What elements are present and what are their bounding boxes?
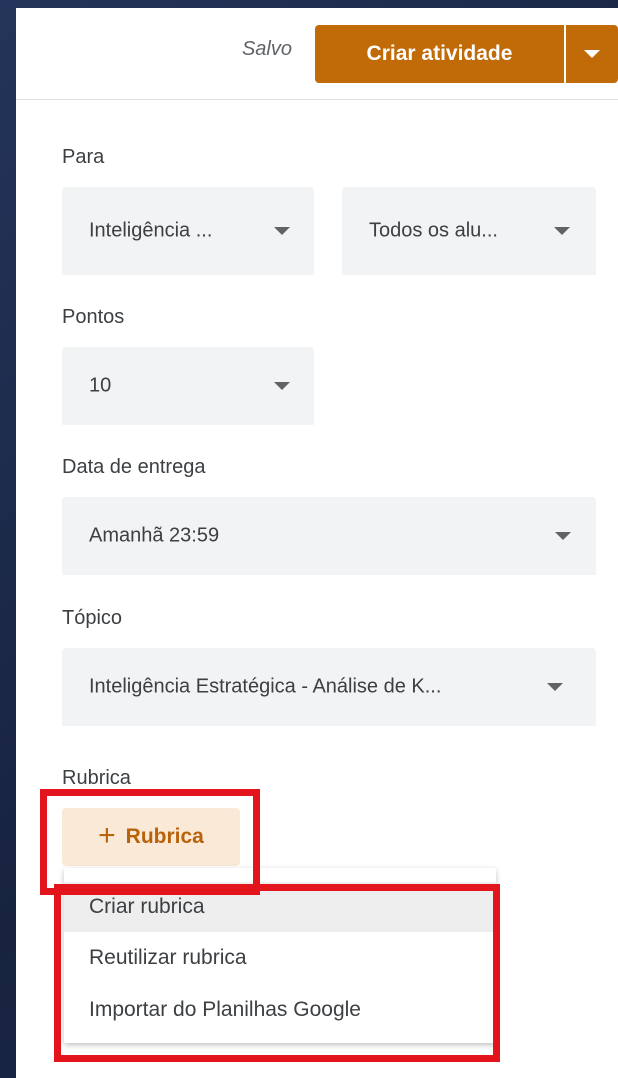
menu-item-import-from-sheets[interactable]: Importar do Planilhas Google	[64, 985, 496, 1035]
rubric-label: Rubrica	[62, 767, 131, 789]
points-label: Pontos	[62, 306, 125, 328]
students-select[interactable]: Todos os alu...	[342, 187, 596, 275]
menu-item-create-rubric[interactable]: Criar rubrica	[64, 882, 496, 932]
students-select-value: Todos os alu...	[369, 219, 498, 242]
rubric-options-menu: Criar rubrica Reutilizar rubrica Importa…	[64, 868, 496, 1043]
caret-down-icon	[554, 227, 570, 235]
saved-status: Salvo	[241, 38, 292, 60]
caret-down-icon	[584, 50, 600, 58]
due-date-select-value: Amanhã 23:59	[89, 524, 220, 547]
add-rubric-button-label: Rubrica	[125, 825, 204, 848]
due-date-label: Data de entrega	[62, 456, 206, 478]
create-options-dropdown-button[interactable]	[566, 25, 618, 83]
topic-select[interactable]: Inteligência Estratégica - Análise de K.…	[62, 648, 596, 726]
caret-down-icon	[547, 683, 563, 691]
class-select[interactable]: Inteligência ...	[62, 187, 314, 275]
assignment-settings-panel: Salvo Criar atividade Para Inteligência …	[16, 8, 618, 1078]
for-label: Para	[62, 146, 105, 168]
caret-down-icon	[555, 532, 571, 540]
due-date-select[interactable]: Amanhã 23:59	[62, 497, 596, 575]
class-select-value: Inteligência ...	[89, 219, 213, 242]
caret-down-icon	[274, 227, 290, 235]
caret-down-icon	[274, 382, 290, 390]
add-rubric-button[interactable]: + Rubrica	[62, 808, 240, 866]
top-bar: Salvo Criar atividade	[16, 8, 618, 100]
create-assignment-button[interactable]: Criar atividade	[315, 25, 564, 83]
points-select-value: 10	[89, 374, 112, 397]
topic-select-value: Inteligência Estratégica - Análise de K.…	[89, 675, 442, 698]
plus-icon: +	[98, 818, 116, 852]
points-select[interactable]: 10	[62, 347, 314, 425]
menu-item-reuse-rubric[interactable]: Reutilizar rubrica	[64, 933, 496, 983]
topic-label: Tópico	[62, 607, 123, 629]
